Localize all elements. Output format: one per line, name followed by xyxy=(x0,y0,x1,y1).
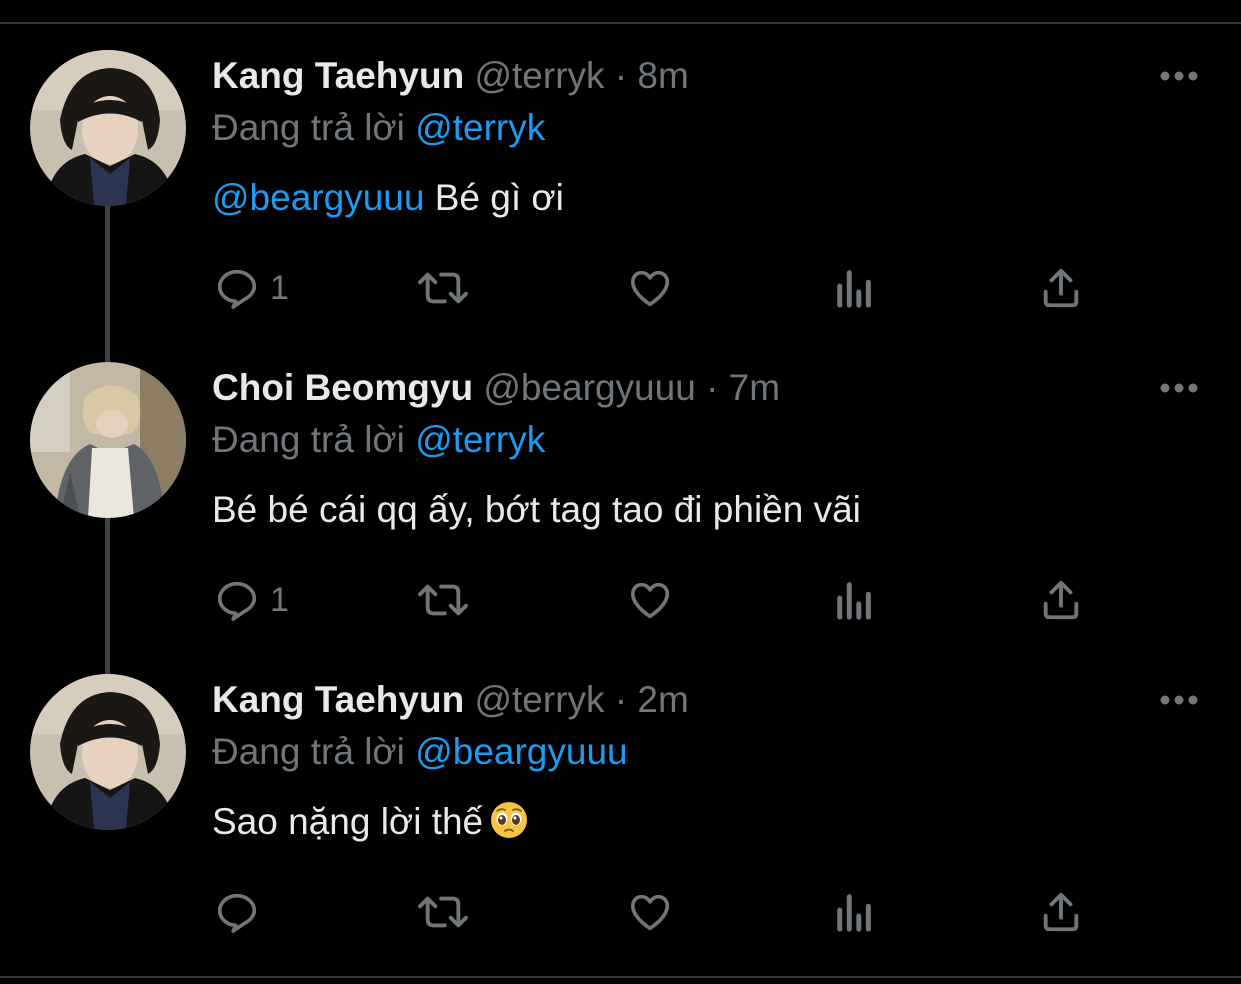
tweet-text: @beargyuuu Bé gì ơi xyxy=(212,174,564,222)
retweet-icon xyxy=(418,272,468,304)
tweet[interactable]: Choi Beomgyu @beargyuuu · 7m Đang trả lờ… xyxy=(0,312,1241,624)
like-button[interactable] xyxy=(626,886,674,938)
handle[interactable]: @terryk xyxy=(474,55,604,96)
share-icon xyxy=(1043,268,1079,308)
reply-icon xyxy=(217,893,257,933)
display-name[interactable]: Kang Taehyun xyxy=(212,679,464,720)
reply-button[interactable]: 1 xyxy=(214,262,289,314)
more-icon[interactable] xyxy=(1158,378,1200,398)
replying-to-mention[interactable]: @beargyuuu xyxy=(415,731,627,772)
tweet-header: Choi Beomgyu @beargyuuu · 7m xyxy=(212,366,780,410)
separator-dot: · xyxy=(614,55,628,96)
pleading-face-icon xyxy=(491,802,528,838)
tweet-header: Kang Taehyun @terryk · 8m xyxy=(212,54,689,98)
tweet-text-content: Sao nặng lời thế xyxy=(212,801,484,842)
tweet-header: Kang Taehyun @terryk · 2m xyxy=(212,678,689,722)
analytics-icon xyxy=(837,582,871,620)
reply-icon xyxy=(217,269,257,309)
more-icon[interactable] xyxy=(1158,66,1200,86)
like-button[interactable] xyxy=(626,574,674,626)
display-name[interactable]: Kang Taehyun xyxy=(212,55,464,96)
retweet-icon xyxy=(418,584,468,616)
retweet-button[interactable] xyxy=(416,262,470,314)
analytics-button[interactable] xyxy=(834,574,876,626)
tweet[interactable]: Kang Taehyun @terryk · 2m Đang trả lời @… xyxy=(0,624,1241,936)
reply-count: 1 xyxy=(270,268,289,307)
like-icon xyxy=(630,582,670,619)
avatar[interactable] xyxy=(30,362,186,518)
avatar[interactable] xyxy=(30,50,186,206)
handle[interactable]: @terryk xyxy=(474,679,604,720)
avatar[interactable] xyxy=(30,674,186,830)
tweet-text: Bé bé cái qq ấy, bớt tag tao đi phiền vã… xyxy=(212,486,861,534)
share-button[interactable] xyxy=(1038,886,1084,938)
timestamp[interactable]: 7m xyxy=(729,367,780,408)
retweet-button[interactable] xyxy=(416,886,470,938)
analytics-button[interactable] xyxy=(834,262,876,314)
tweet-text-content: Bé bé cái qq ấy, bớt tag tao đi phiền vã… xyxy=(212,489,861,530)
share-button[interactable] xyxy=(1038,262,1084,314)
replying-to: Đang trả lời @terryk xyxy=(212,418,545,462)
replying-to: Đang trả lời @beargyuuu xyxy=(212,730,628,774)
share-button[interactable] xyxy=(1038,574,1084,626)
replying-to: Đang trả lời @terryk xyxy=(212,106,545,150)
reply-count: 1 xyxy=(270,580,289,619)
separator-dot: · xyxy=(614,679,628,720)
retweet-icon xyxy=(418,896,468,928)
replying-to-label: Đang trả lời xyxy=(212,419,405,460)
replying-to-label: Đang trả lời xyxy=(212,731,405,772)
reply-button[interactable]: 1 xyxy=(214,574,289,626)
share-icon xyxy=(1043,892,1079,932)
tweet-text-content: Bé gì ơi xyxy=(424,177,564,218)
replying-to-mention[interactable]: @terryk xyxy=(415,107,545,148)
like-button[interactable] xyxy=(626,262,674,314)
retweet-button[interactable] xyxy=(416,574,470,626)
analytics-icon xyxy=(837,270,871,308)
timestamp[interactable]: 8m xyxy=(637,55,688,96)
tweet-mention[interactable]: @beargyuuu xyxy=(212,177,424,218)
reply-icon xyxy=(217,581,257,621)
reply-button[interactable] xyxy=(214,886,270,938)
analytics-button[interactable] xyxy=(834,886,876,938)
like-icon xyxy=(630,894,670,931)
replying-to-mention[interactable]: @terryk xyxy=(415,419,545,460)
like-icon xyxy=(630,270,670,307)
share-icon xyxy=(1043,580,1079,620)
separator-dot: · xyxy=(706,367,719,408)
tweet[interactable]: Kang Taehyun @terryk · 8m Đang trả lời @… xyxy=(0,0,1241,312)
handle[interactable]: @beargyuuu xyxy=(483,367,695,408)
timestamp[interactable]: 2m xyxy=(637,679,688,720)
display-name[interactable]: Choi Beomgyu xyxy=(212,367,473,408)
analytics-icon xyxy=(837,894,871,932)
bottom-divider xyxy=(0,976,1241,978)
tweet-text: Sao nặng lời thế xyxy=(212,798,529,846)
more-icon[interactable] xyxy=(1158,690,1200,710)
replying-to-label: Đang trả lời xyxy=(212,107,405,148)
